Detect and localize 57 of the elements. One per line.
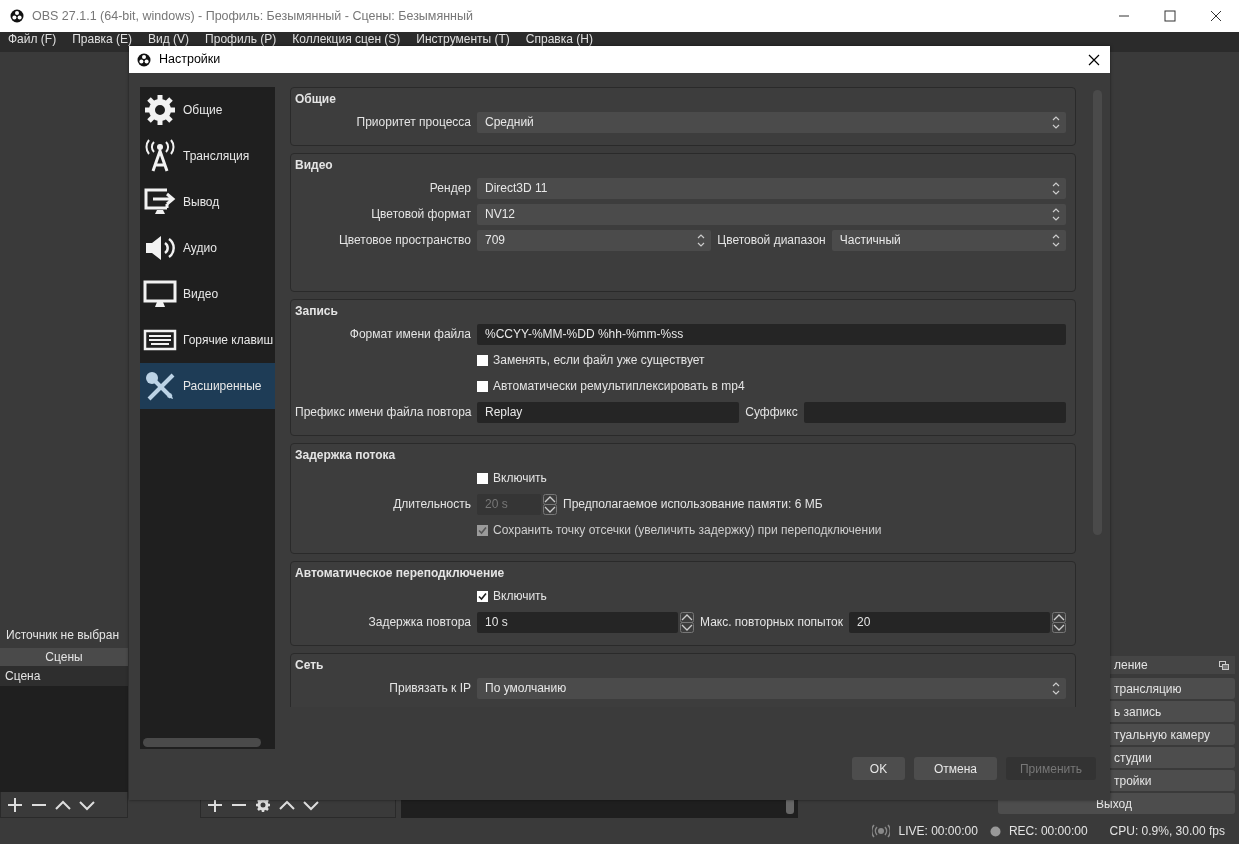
menu-item[interactable]: Профиль (P) [197, 32, 285, 45]
field-label: Цветовой диапазон [717, 232, 826, 249]
dock-title: ление [1114, 657, 1148, 674]
dropdown[interactable]: Средний [477, 111, 1066, 133]
sidebar-item[interactable]: Трансляция [140, 133, 275, 179]
sidebar-item[interactable]: Горячие клавиш [140, 317, 275, 363]
sidebar-item[interactable]: Вывод [140, 179, 275, 225]
field-label: Задержка повтора [367, 614, 471, 631]
dropdown[interactable]: NV12 [477, 203, 1066, 225]
menu-item[interactable]: Инструменты (T) [408, 32, 518, 45]
group-title: Запись [295, 303, 339, 320]
field-label: Формат имени файла [348, 326, 471, 343]
field-label: Макс. повторных попыток [700, 614, 843, 631]
field-label: Префикс имени файла повтора [295, 404, 471, 421]
memory-note: Предполагаемое использование памяти: 6 МБ [563, 496, 823, 513]
menu-item[interactable]: Правка (E) [64, 32, 141, 45]
checkbox-label: Автоматически ремультиплексировать в mp4 [493, 378, 745, 395]
rec-status: REC: 00:00:00 [1008, 823, 1088, 840]
group-title: Задержка потока [295, 447, 397, 464]
sidebar-item[interactable]: Видео [140, 271, 275, 317]
group-title: Сеть [295, 657, 325, 674]
menu-item[interactable]: Коллекция сцен (S) [284, 32, 409, 45]
dropdown[interactable]: 709 [477, 229, 712, 251]
checkbox-label: Сохранить точку отсечки (увеличить задержку) при переподключении [493, 522, 882, 539]
dialog-button[interactable]: Отмена [914, 757, 997, 780]
menu-item[interactable]: Справка (H) [517, 32, 601, 45]
group-title: Видео [295, 157, 334, 174]
dialog-button[interactable]: OK [852, 757, 905, 780]
text-field[interactable]: Replay [477, 401, 740, 423]
field-label: Рендер [428, 180, 471, 197]
menu-item[interactable]: Вид (V) [140, 32, 198, 45]
sidebar-item[interactable]: Общие [140, 87, 275, 133]
field-label: Приоритет процесса [355, 114, 471, 131]
checkbox-label: Включить [493, 588, 547, 605]
sidebar-item[interactable]: Аудио [140, 225, 275, 271]
field-label: Цветовое пространство [337, 232, 471, 249]
dropdown[interactable]: Direct3D 11 [477, 177, 1066, 199]
window-title: OBS 27.1.1 (64-bit, windows) - Профиль: Безымянный - Сцены: Безымянный [32, 7, 473, 25]
field-label: Суффикс [745, 404, 798, 421]
group-title: Автоматическое переподключение [295, 565, 506, 582]
source-status: Источник не выбран [6, 627, 120, 644]
dropdown[interactable]: Частичный [831, 229, 1066, 251]
menu-item[interactable]: Файл (F) [0, 32, 65, 45]
live-status: LIVE: 00:00:00 [898, 823, 978, 840]
dialog-title: Настройки [159, 51, 221, 69]
field-label: Цветовой формат [370, 206, 471, 223]
checkbox-label: Включить [493, 470, 547, 487]
sidebar-item[interactable]: Расширенные [140, 363, 275, 409]
text-field[interactable]: %CCYY-%MM-%DD %hh-%mm-%ss [477, 323, 1066, 345]
field-label: Привязать к IP [388, 680, 471, 697]
field-label: Длительность [392, 496, 471, 513]
dock-header: Сцены [0, 648, 128, 666]
checkbox-label: Заменять, если файл уже существует [493, 352, 705, 369]
group-title: Общие [295, 91, 337, 108]
cpu-status: CPU: 0.9%, 30.00 fps [1109, 823, 1225, 840]
scene-item[interactable]: Сцена [0, 666, 128, 686]
dropdown[interactable]: По умолчанию [477, 677, 1066, 699]
